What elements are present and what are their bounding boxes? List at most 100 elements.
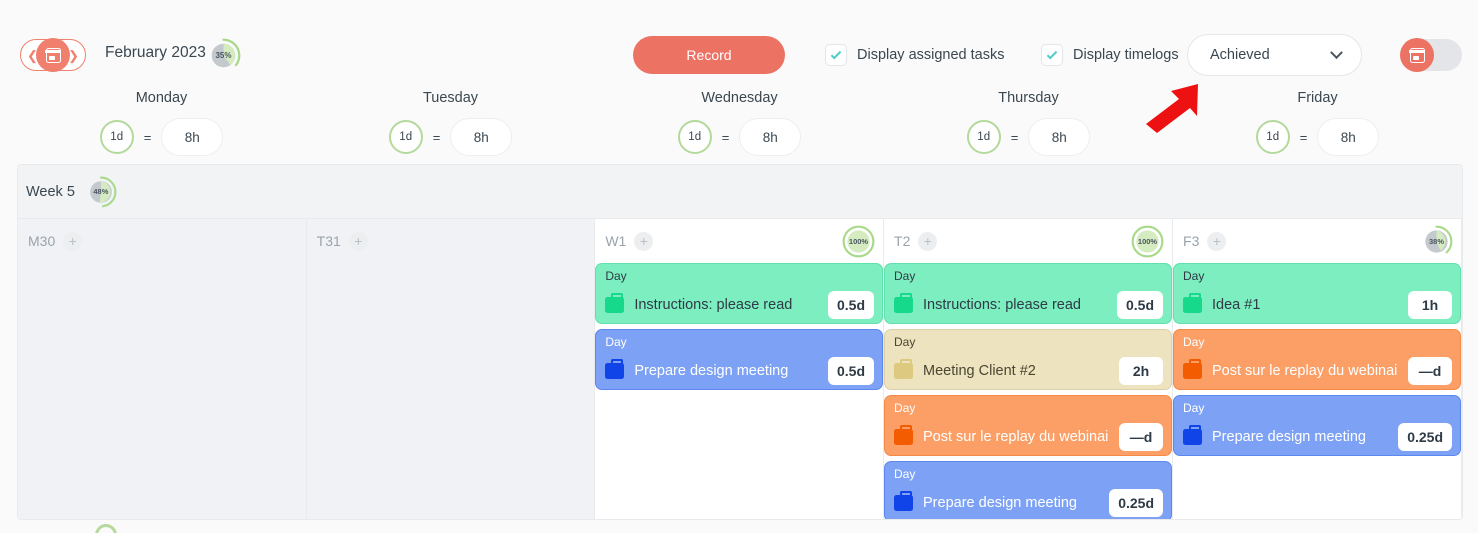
day-hours-input[interactable]: 8h — [450, 118, 513, 156]
checkbox-box[interactable] — [825, 44, 847, 66]
task-card[interactable]: Day Meeting Client #2 2h — [884, 329, 1173, 390]
display-timelogs-checkbox[interactable]: Display timelogs — [1041, 44, 1179, 66]
task-card[interactable]: Day Instructions: please read 0.5d — [884, 263, 1173, 324]
day-ratio: 1d = 8h — [1173, 118, 1462, 156]
task-card[interactable]: Day Prepare design meeting 0.25d — [1173, 395, 1462, 456]
day-column-t2[interactable]: T2 + 100% Day Instructions: please read — [884, 219, 1174, 519]
day-columns: M30 + T31 + W1 + 100% Day Instructions: … — [18, 219, 1462, 519]
card-duration[interactable]: 0.25d — [1109, 489, 1164, 517]
column-header: M30 + — [18, 219, 306, 263]
card-list: Day Instructions: please read 0.5d Day P… — [595, 263, 884, 390]
card-duration[interactable]: 0.5d — [828, 357, 875, 385]
card-duration[interactable]: 1h — [1408, 291, 1453, 319]
display-assigned-tasks-label: Display assigned tasks — [857, 47, 1005, 63]
day-unit-badge[interactable]: 1d — [966, 120, 1001, 154]
day-hours-input[interactable]: 8h — [161, 118, 224, 156]
day-column-t31[interactable]: T31 + — [306, 219, 596, 519]
day-unit-badge[interactable]: 1d — [99, 120, 134, 154]
calendar-icon-button[interactable] — [36, 38, 70, 72]
day-hours-input[interactable]: 8h — [739, 118, 802, 156]
card-type-label: Day — [605, 335, 627, 349]
task-card[interactable]: Day Idea #1 1h — [1173, 263, 1462, 324]
day-unit-badge[interactable]: 1d — [388, 120, 423, 154]
record-button[interactable]: Record — [633, 36, 785, 74]
task-card[interactable]: Day Prepare design meeting 0.5d — [595, 329, 884, 390]
task-card[interactable]: Day Post sur le replay du webinaire —d — [1173, 329, 1462, 390]
task-card[interactable]: Day Prepare design meeting 0.25d — [884, 461, 1173, 519]
card-duration[interactable]: 2h — [1119, 357, 1164, 385]
week-grid: Week 5 48% M30 + T31 + W1 + 100% Day Ins… — [17, 164, 1463, 520]
card-type-label: Day — [894, 467, 916, 481]
card-body: Prepare design meeting 0.5d — [605, 357, 875, 385]
toggle-knob — [1400, 38, 1434, 72]
column-label: T31 — [316, 233, 341, 249]
day-unit-badge[interactable]: 1d — [1255, 120, 1290, 154]
card-duration[interactable]: 0.5d — [828, 291, 875, 319]
equals-sign: = — [1299, 129, 1308, 145]
card-title: Post sur le replay du webinaire — [1212, 363, 1399, 379]
briefcase-icon — [894, 491, 914, 511]
card-duration[interactable]: 0.25d — [1398, 423, 1453, 451]
card-duration[interactable]: 0.5d — [1117, 291, 1164, 319]
day-ratio: 1d = 8h — [884, 118, 1173, 156]
next-week-progress-arc — [90, 519, 122, 533]
day-header-tuesday: Tuesday 1d = 8h — [306, 84, 595, 156]
equals-sign: = — [432, 129, 441, 145]
column-header: W1 + 100% — [595, 219, 883, 263]
briefcase-icon — [894, 359, 914, 379]
plus-icon[interactable]: + — [348, 231, 368, 251]
achieved-select[interactable]: Achieved — [1187, 34, 1362, 76]
week-progress-value: 48% — [93, 187, 109, 196]
day-header-thursday: Thursday 1d = 8h — [884, 84, 1173, 156]
plus-icon[interactable]: + — [634, 231, 654, 251]
card-duration[interactable]: —d — [1119, 423, 1164, 451]
day-name: Monday — [135, 90, 188, 106]
equals-sign: = — [721, 129, 730, 145]
card-type-label: Day — [1183, 335, 1205, 349]
briefcase-icon — [1183, 359, 1203, 379]
checkbox-box[interactable] — [1041, 44, 1063, 66]
week-progress-badge: 48% — [85, 176, 117, 207]
period-label: February 2023 — [105, 44, 206, 61]
card-body: Meeting Client #2 2h — [894, 357, 1164, 385]
select-value: Achieved — [1210, 47, 1270, 63]
day-hours-input[interactable]: 8h — [1317, 118, 1380, 156]
plus-icon[interactable]: + — [63, 231, 83, 251]
calendar-icon — [44, 47, 62, 63]
column-progress-badge: 100% — [842, 225, 875, 257]
card-body: Idea #1 1h — [1183, 291, 1453, 319]
card-duration[interactable]: —d — [1408, 357, 1453, 385]
card-title: Prepare design meeting — [1212, 429, 1366, 445]
day-column-w1[interactable]: W1 + 100% Day Instructions: please read — [595, 219, 885, 519]
column-header: T31 + — [307, 219, 595, 263]
day-name: Friday — [1297, 90, 1338, 106]
plus-icon[interactable]: + — [918, 231, 938, 251]
task-card[interactable]: Day Instructions: please read 0.5d — [595, 263, 884, 324]
card-title: Instructions: please read — [923, 297, 1081, 313]
card-body: Post sur le replay du webinaire —d — [894, 423, 1164, 451]
card-title: Prepare design meeting — [634, 363, 789, 379]
day-unit-badge[interactable]: 1d — [677, 120, 712, 154]
card-type-label: Day — [894, 401, 916, 415]
day-header-row: Monday 1d = 8h Tuesday 1d = 8h Wednesday… — [0, 84, 1478, 162]
check-icon — [830, 48, 842, 59]
day-hours-input[interactable]: 8h — [1028, 118, 1091, 156]
card-body: Instructions: please read 0.5d — [605, 291, 875, 319]
column-header: T2 + 100% — [884, 219, 1172, 263]
day-ratio: 1d = 8h — [306, 118, 595, 156]
card-type-label: Day — [1183, 269, 1205, 283]
calendar-view-toggle[interactable] — [1400, 38, 1462, 72]
card-title: Idea #1 — [1212, 297, 1261, 313]
plus-icon[interactable]: + — [1207, 231, 1227, 251]
chevron-down-icon — [1330, 45, 1343, 59]
card-body: Post sur le replay du webinaire —d — [1183, 357, 1453, 385]
week-row-header: Week 5 48% — [18, 165, 1462, 219]
task-card[interactable]: Day Post sur le replay du webinaire —d — [884, 395, 1173, 456]
card-list: Day Idea #1 1h Day Post sur le replay du… — [1173, 263, 1462, 456]
day-column-f3[interactable]: F3 + 38% Day Idea #1 1h Day Post sur le … — [1173, 219, 1462, 519]
card-title: Instructions: please read — [634, 297, 793, 313]
display-assigned-tasks-checkbox[interactable]: Display assigned tasks — [825, 44, 1005, 66]
card-type-label: Day — [894, 335, 916, 349]
day-column-m30[interactable]: M30 + — [18, 219, 307, 519]
calendar-icon — [1408, 47, 1426, 63]
